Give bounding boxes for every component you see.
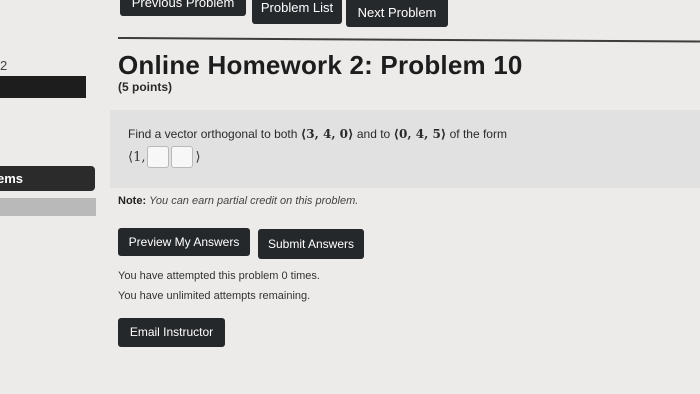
answer-suffix: ⟩: [195, 149, 201, 165]
answer-prefix: ⟨1,: [128, 149, 146, 165]
next-problem-button[interactable]: Next Problem: [346, 0, 448, 27]
attempts-count-text: You have attempted this problem 0 times.: [118, 270, 320, 282]
problem-list-button[interactable]: Problem List: [252, 0, 342, 24]
preview-answers-button[interactable]: Preview My Answers: [118, 228, 250, 256]
sidebar-bar: [0, 76, 86, 98]
header-divider: [117, 37, 700, 43]
email-instructor-button[interactable]: Email Instructor: [118, 318, 225, 347]
answer-input-y[interactable]: [147, 146, 170, 168]
problem-text-after: of the form: [446, 127, 507, 141]
vector-2: ⟨0, 4, 5⟩: [393, 127, 447, 141]
partial-credit-note: Note: You can earn partial credit on thi…: [118, 195, 358, 207]
problem-statement: Find a vector orthogonal to both ⟨3, 4, …: [128, 127, 507, 141]
page-title: Online Homework 2: Problem 10: [118, 50, 523, 80]
problem-text-middle: and to: [353, 127, 394, 141]
submit-answers-button[interactable]: Submit Answers: [258, 229, 364, 259]
points-label: (5 points): [118, 80, 172, 94]
attempts-remaining-text: You have unlimited attempts remaining.: [118, 290, 311, 302]
previous-problem-button[interactable]: Previous Problem: [120, 0, 246, 16]
answer-form: ⟨1, ⟩: [128, 146, 201, 168]
vector-1: ⟨3, 4, 0⟩: [300, 127, 354, 141]
answer-input-z[interactable]: [171, 146, 194, 168]
note-label: Note:: [118, 195, 147, 207]
problem-text-before: Find a vector orthogonal to both: [128, 127, 301, 141]
sidebar-number: 2: [0, 58, 8, 73]
sidebar-item[interactable]: [0, 198, 96, 216]
note-text: You can earn partial credit on this prob…: [149, 195, 359, 207]
problem-panel: Find a vector orthogonal to both ⟨3, 4, …: [110, 110, 700, 188]
sidebar-item-problems[interactable]: ems: [0, 166, 95, 191]
